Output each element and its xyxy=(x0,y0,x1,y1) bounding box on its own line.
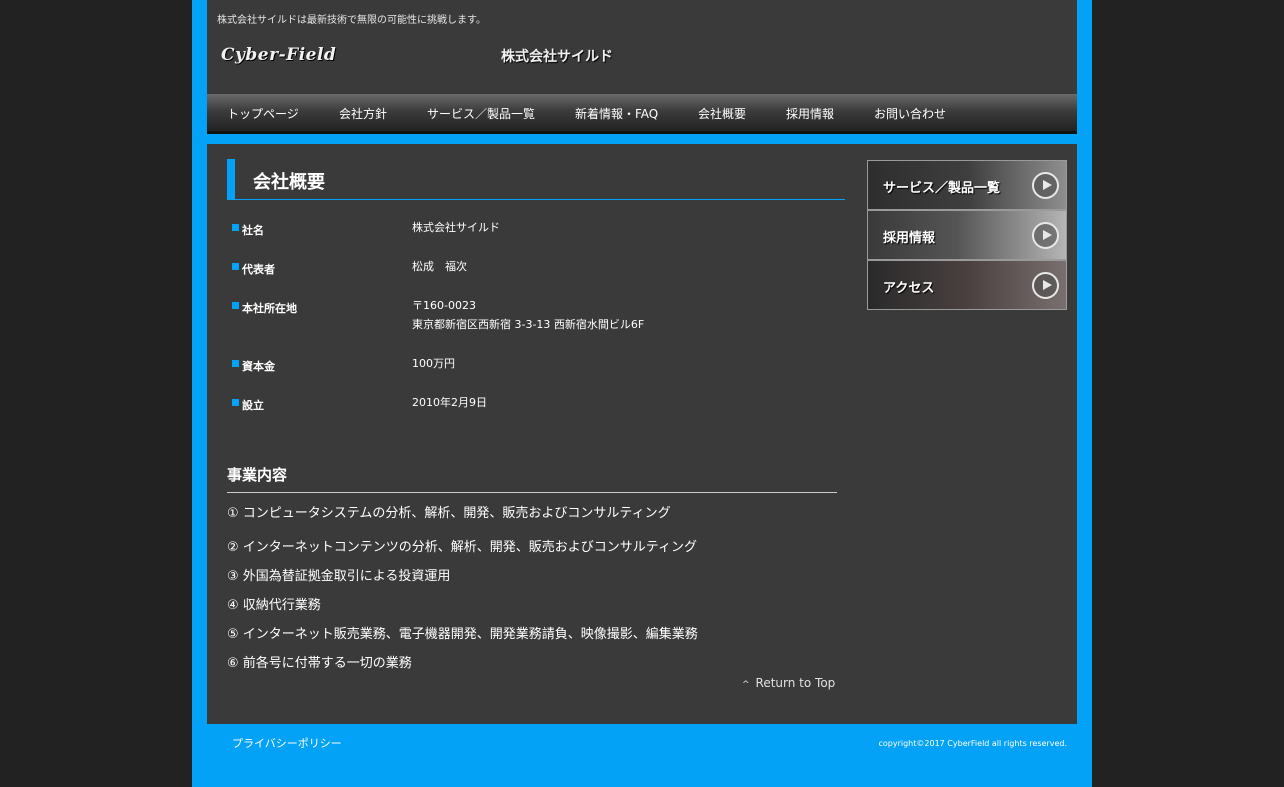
title-accent-bar xyxy=(227,159,235,199)
info-value: 株式会社サイルド xyxy=(412,221,500,234)
sidebar-button-label: サービス／製品一覧 xyxy=(883,181,1001,196)
info-value: 2010年2月9日 xyxy=(412,396,487,409)
bullet-square-icon xyxy=(232,224,239,231)
nav-item-company[interactable]: 会社概要 xyxy=(698,105,746,122)
nav-item-contact[interactable]: お問い合わせ xyxy=(874,105,946,122)
info-value-postal: 〒160-0023 xyxy=(412,299,476,312)
sidebar-button-services[interactable]: サービス／製品一覧 xyxy=(867,160,1067,210)
chevron-up-icon: ^ xyxy=(742,680,750,690)
play-circle-icon xyxy=(1032,272,1059,299)
info-value: 100万円 xyxy=(412,357,455,370)
info-value-address: 東京都新宿区西新宿 3-3-13 西新宿水間ビル6F xyxy=(412,318,645,331)
site-header: 株式会社サイルドは最新技術で無限の可能性に挑戦します。 Cyber-Field … xyxy=(207,0,1077,94)
page-title-bar: 会社概要 xyxy=(227,159,845,200)
page-title: 会社概要 xyxy=(253,172,325,193)
info-label: 本社所在地 xyxy=(242,302,297,315)
business-item: ② インターネットコンテンツの分析、解析、開発、販売およびコンサルティング xyxy=(227,540,698,555)
main-nav: トップページ 会社方針 サービス／製品一覧 新着情報・FAQ 会社概要 採用情報… xyxy=(207,94,1077,134)
bullet-square-icon xyxy=(232,360,239,367)
copyright-text: copyright©2017 CyberField all rights res… xyxy=(878,739,1067,748)
info-label: 設立 xyxy=(242,399,264,412)
info-label: 代表者 xyxy=(242,263,275,276)
nav-item-recruit[interactable]: 採用情報 xyxy=(786,105,834,122)
bullet-square-icon xyxy=(232,302,239,309)
bullet-square-icon xyxy=(232,263,239,270)
business-item: ③ 外国為替証拠金取引による投資運用 xyxy=(227,569,451,584)
nav-item-services[interactable]: サービス／製品一覧 xyxy=(427,105,535,122)
nav-item-top[interactable]: トップページ xyxy=(227,105,299,122)
return-to-top-link[interactable]: ^ Return to Top xyxy=(742,676,835,690)
sidebar-button-recruit[interactable]: 採用情報 xyxy=(867,210,1067,260)
business-item: ④ 収納代行業務 xyxy=(227,598,321,613)
nav-item-policy[interactable]: 会社方針 xyxy=(339,105,387,122)
privacy-policy-link[interactable]: プライバシーポリシー xyxy=(232,735,342,751)
business-item: ① コンピュータシステムの分析、解析、開発、販売およびコンサルティング xyxy=(227,506,671,521)
info-label: 資本金 xyxy=(242,360,275,373)
business-title: 事業内容 xyxy=(227,466,288,484)
company-name: 株式会社サイルド xyxy=(501,49,613,65)
nav-item-news-faq[interactable]: 新着情報・FAQ xyxy=(575,105,658,122)
sidebar-button-label: アクセス xyxy=(883,281,935,296)
info-value: 松成 福次 xyxy=(412,260,467,273)
play-circle-icon xyxy=(1032,222,1059,249)
info-label: 社名 xyxy=(242,224,264,237)
sidebar-button-label: 採用情報 xyxy=(883,231,936,246)
site-logo[interactable]: Cyber-Field xyxy=(221,45,336,65)
sidebar-button-access[interactable]: アクセス xyxy=(867,260,1067,310)
main-content: 会社概要 社名 株式会社サイルド 代表者 松成 福次 本社所在地 〒160-00… xyxy=(207,144,1077,724)
business-divider xyxy=(227,492,837,493)
business-item: ⑥ 前各号に付帯する一切の業務 xyxy=(227,656,412,671)
bullet-square-icon xyxy=(232,399,239,406)
page-wrapper: 株式会社サイルドは最新技術で無限の可能性に挑戦します。 Cyber-Field … xyxy=(192,0,1092,787)
business-item: ⑤ インターネット販売業務、電子機器開発、開発業務請負、映像撮影、編集業務 xyxy=(227,627,698,642)
play-circle-icon xyxy=(1032,172,1059,199)
tagline: 株式会社サイルドは最新技術で無限の可能性に挑戦します。 xyxy=(217,15,486,26)
return-to-top-label: Return to Top xyxy=(755,676,836,690)
